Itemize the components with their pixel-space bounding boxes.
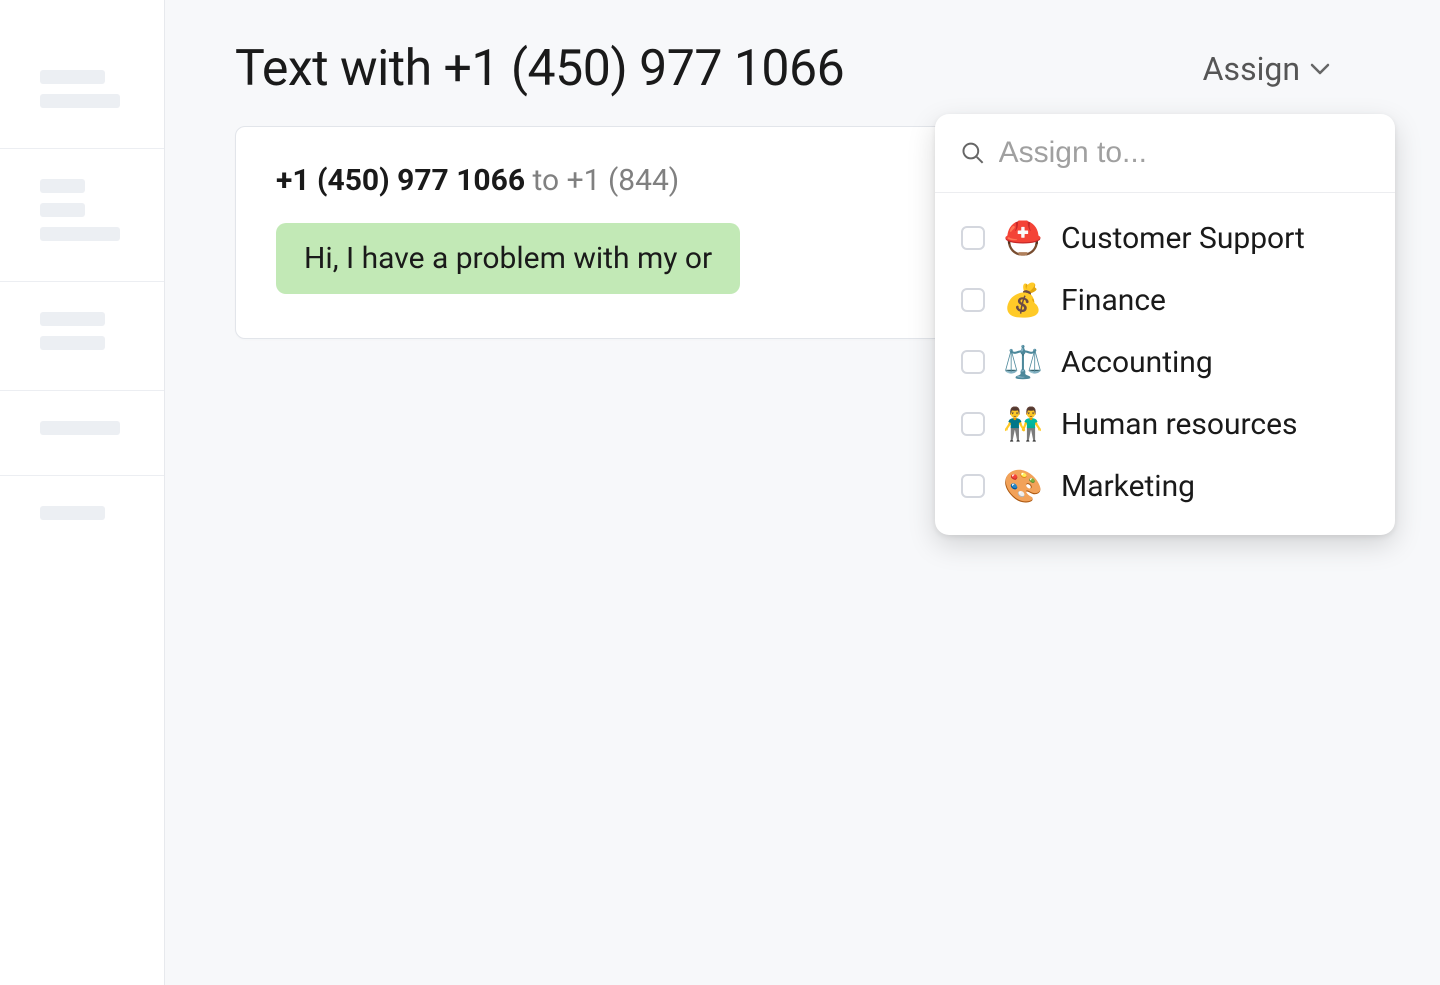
people-icon: 👬 xyxy=(1003,405,1043,443)
option-label: Finance xyxy=(1061,283,1166,318)
checkbox[interactable] xyxy=(961,288,985,312)
skeleton-line xyxy=(40,506,105,520)
assign-dropdown-panel: ⛑️ Customer Support 💰 Finance ⚖️ Account… xyxy=(935,114,1395,535)
assign-option-finance[interactable]: 💰 Finance xyxy=(935,269,1395,331)
assign-option-marketing[interactable]: 🎨 Marketing xyxy=(935,455,1395,517)
message-bubble: Hi, I have a problem with my or xyxy=(276,223,740,294)
to-word: to xyxy=(533,163,560,198)
skeleton-line xyxy=(40,421,120,435)
sidebar-skeleton-group xyxy=(0,391,164,476)
page-title: Text with +1 (450) 977 1066 xyxy=(235,40,844,98)
main-content: Text with +1 (450) 977 1066 Assign +1 (4… xyxy=(165,0,1440,985)
assign-option-hr[interactable]: 👬 Human resources xyxy=(935,393,1395,455)
to-number: +1 (844) xyxy=(567,163,680,198)
sidebar-skeleton-group xyxy=(0,149,164,282)
sidebar-skeleton-group xyxy=(0,40,164,149)
sidebar-skeleton-group xyxy=(0,282,164,391)
checkbox[interactable] xyxy=(961,350,985,374)
assign-label: Assign xyxy=(1203,50,1300,88)
assign-options-list: ⛑️ Customer Support 💰 Finance ⚖️ Account… xyxy=(935,193,1395,535)
checkbox[interactable] xyxy=(961,226,985,250)
search-icon xyxy=(961,140,985,166)
from-number: +1 (450) 977 1066 xyxy=(276,163,525,198)
money-bag-icon: 💰 xyxy=(1003,281,1043,319)
skeleton-line xyxy=(40,203,85,217)
skeleton-line xyxy=(40,70,105,84)
assign-search-row xyxy=(935,114,1395,193)
palette-icon: 🎨 xyxy=(1003,467,1043,505)
skeleton-line xyxy=(40,336,105,350)
skeleton-line xyxy=(40,179,85,193)
assign-option-accounting[interactable]: ⚖️ Accounting xyxy=(935,331,1395,393)
chevron-down-icon xyxy=(1310,62,1330,76)
skeleton-line xyxy=(40,94,120,108)
checkbox[interactable] xyxy=(961,412,985,436)
skeleton-line xyxy=(40,227,120,241)
scales-icon: ⚖️ xyxy=(1003,343,1043,381)
assign-option-customer-support[interactable]: ⛑️ Customer Support xyxy=(935,207,1395,269)
checkbox[interactable] xyxy=(961,474,985,498)
sidebar xyxy=(0,0,165,985)
option-label: Human resources xyxy=(1061,407,1297,442)
option-label: Accounting xyxy=(1061,345,1213,380)
option-label: Marketing xyxy=(1061,469,1195,504)
assign-search-input[interactable] xyxy=(999,136,1369,170)
assign-dropdown-trigger[interactable]: Assign xyxy=(1203,50,1370,88)
helmet-icon: ⛑️ xyxy=(1003,219,1043,257)
option-label: Customer Support xyxy=(1061,221,1305,256)
sidebar-skeleton-group xyxy=(0,476,164,560)
page-header: Text with +1 (450) 977 1066 Assign xyxy=(235,40,1370,98)
skeleton-line xyxy=(40,312,105,326)
conversation-participants: +1 (450) 977 1066 to +1 (844) xyxy=(276,163,679,198)
